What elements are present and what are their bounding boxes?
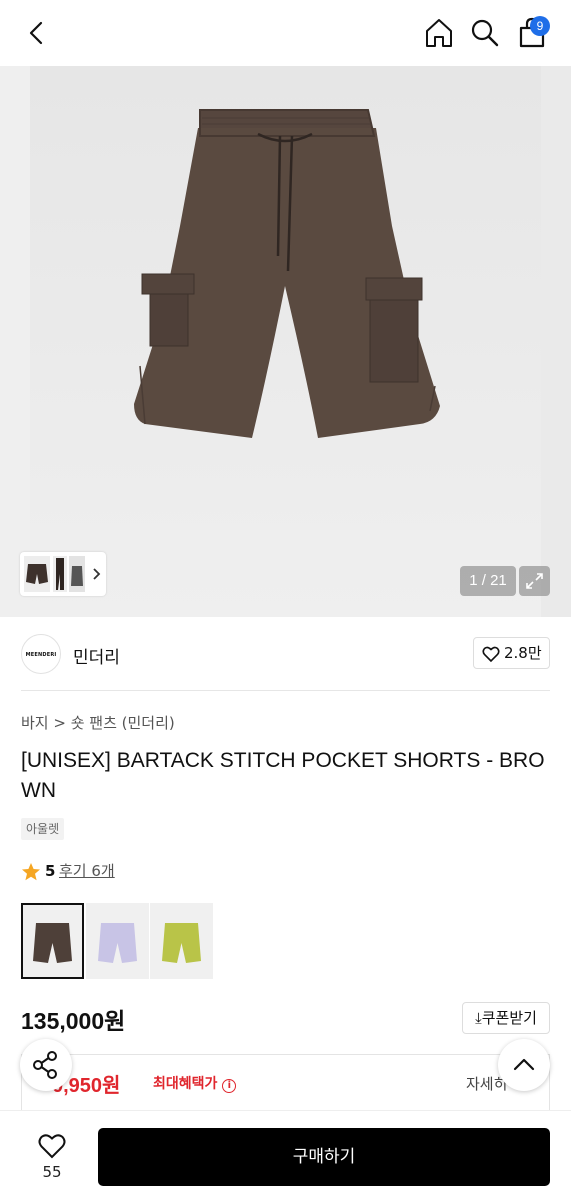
top-app-bar: 9 xyxy=(0,0,571,66)
download-icon: ⤓ xyxy=(475,1009,482,1027)
cart-count-badge: 9 xyxy=(530,16,550,36)
image-counter: 1 / 21 xyxy=(460,566,516,596)
review-count-link[interactable]: 후기 6개 xyxy=(59,860,115,882)
max-benefit-label: 최대혜택가 i xyxy=(153,1073,237,1093)
wishlist-count: 55 xyxy=(42,1163,62,1181)
product-photo[interactable] xyxy=(30,66,541,617)
scroll-to-top-button[interactable] xyxy=(498,1039,550,1091)
coupon-button[interactable]: ⤓쿠폰받기 xyxy=(462,1002,550,1034)
gallery-left-edge xyxy=(0,66,30,617)
share-icon xyxy=(33,1051,57,1079)
brand-like-button[interactable]: 2.8만 xyxy=(473,637,550,669)
search-icon[interactable] xyxy=(468,16,502,50)
home-icon[interactable] xyxy=(422,16,456,50)
divider xyxy=(21,690,550,691)
back-icon[interactable] xyxy=(22,18,52,48)
gallery-right-edge xyxy=(541,66,571,617)
breadcrumb[interactable]: 바지 > 숏 팬츠 (민더리) xyxy=(21,712,175,733)
max-benefit-row[interactable]: 0,950원 최대혜택가 i 자세히 xyxy=(21,1054,550,1112)
swatch-brown-image xyxy=(33,923,72,963)
rating-score: 5 xyxy=(45,862,56,880)
heart-icon xyxy=(38,1134,66,1159)
swatch-lime-image xyxy=(162,923,201,963)
product-price: 135,000원 xyxy=(21,1008,126,1034)
star-icon xyxy=(22,863,40,881)
coupon-label: 쿠폰받기 xyxy=(481,1009,537,1027)
thumbnail-preview xyxy=(24,556,101,592)
swatch-lime[interactable] xyxy=(150,903,213,979)
brand-name[interactable]: 민더리 xyxy=(73,643,120,668)
wishlist-button[interactable]: 55 xyxy=(28,1129,76,1185)
outlet-tag: 아울렛 xyxy=(21,818,65,840)
chevron-up-icon xyxy=(513,1058,535,1071)
swatch-lavender[interactable] xyxy=(86,903,149,979)
brand-logo[interactable]: MEENDERI xyxy=(21,634,61,674)
swatch-brown[interactable] xyxy=(21,903,84,979)
product-image-gallery[interactable]: 1 / 21 xyxy=(0,66,571,617)
product-title: [UNISEX] BARTACK STITCH POCKET SHORTS - … xyxy=(21,749,545,802)
expand-icon[interactable] xyxy=(519,566,550,596)
share-button[interactable] xyxy=(20,1039,72,1091)
heart-icon xyxy=(482,646,500,663)
bottom-action-bar: 55 구매하기 xyxy=(0,1110,571,1200)
buy-button[interactable]: 구매하기 xyxy=(98,1128,550,1186)
brand-row: MEENDERI 민더리 2.8만 xyxy=(0,617,571,691)
shorts-image xyxy=(134,109,440,438)
thumbnail-strip[interactable] xyxy=(20,552,106,596)
swatch-lavender-image xyxy=(98,923,137,963)
brand-like-count: 2.8만 xyxy=(504,644,542,662)
cart-button[interactable]: 9 xyxy=(514,14,550,50)
info-icon: i xyxy=(222,1079,237,1093)
